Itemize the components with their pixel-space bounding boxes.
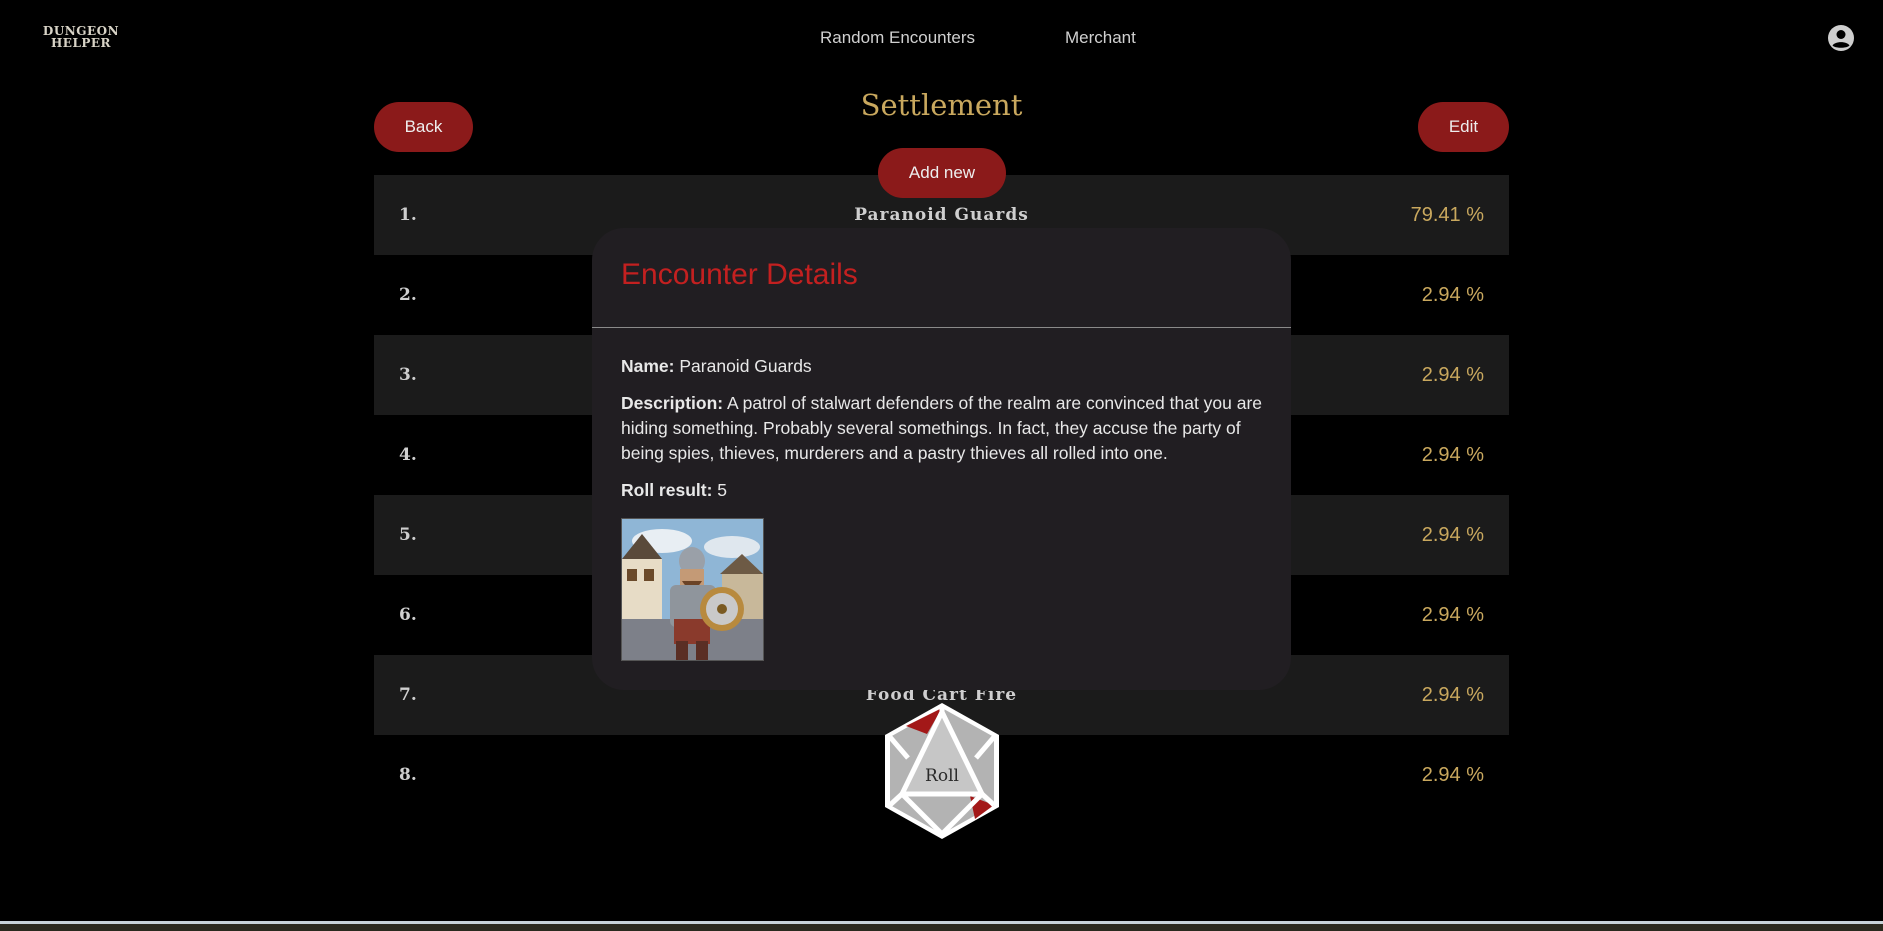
modal-body: Name: Paranoid Guards Description: A pat… [621, 354, 1266, 515]
account-circle-icon[interactable] [1827, 24, 1855, 52]
d20-dice-icon[interactable]: Roll [872, 700, 1012, 842]
add-new-button[interactable]: Add new [878, 148, 1006, 198]
name-value: Paranoid Guards [679, 356, 812, 376]
row-number: 4. [399, 445, 417, 465]
row-number: 6. [399, 605, 417, 625]
nav-merchant[interactable]: Merchant [1065, 28, 1136, 48]
edit-button[interactable]: Edit [1418, 102, 1509, 152]
row-percentage: 2.94 % [1421, 604, 1484, 626]
encounter-details-modal: Encounter Details Name: Paranoid Guards … [592, 228, 1291, 690]
row-percentage: 2.94 % [1421, 524, 1484, 546]
logo-line-2: HELPER [50, 36, 112, 50]
row-percentage: 2.94 % [1421, 764, 1484, 786]
encounter-name: Name: Paranoid Guards [621, 354, 1266, 379]
description-label: Description: [621, 393, 724, 413]
page-title: Settlement [860, 88, 1023, 122]
row-number: 5. [399, 525, 417, 545]
back-button[interactable]: Back [374, 102, 473, 152]
row-percentage: 2.94 % [1421, 444, 1484, 466]
roll-value: 5 [717, 480, 728, 500]
row-percentage: 2.94 % [1421, 284, 1484, 306]
row-number: 3. [399, 365, 417, 385]
row-percentage: 79.41 % [1410, 204, 1484, 226]
bottom-strip-inner [0, 924, 1883, 931]
roll-label: Roll result: [621, 480, 713, 500]
guard-portrait-image [621, 518, 764, 661]
nav-random-encounters[interactable]: Random Encounters [820, 28, 975, 48]
modal-divider [592, 327, 1291, 328]
row-percentage: 2.94 % [1421, 684, 1484, 706]
encounter-description: Description: A patrol of stalwart defend… [621, 391, 1266, 466]
app-logo[interactable]: DUNGEON HELPER [40, 25, 122, 49]
encounter-roll-result: Roll result: 5 [621, 478, 1266, 503]
row-percentage: 2.94 % [1421, 364, 1484, 386]
roll-label: Roll [925, 766, 959, 786]
name-label: Name: [621, 356, 675, 376]
modal-title: Encounter Details [621, 258, 858, 291]
row-number: 2. [399, 285, 417, 305]
